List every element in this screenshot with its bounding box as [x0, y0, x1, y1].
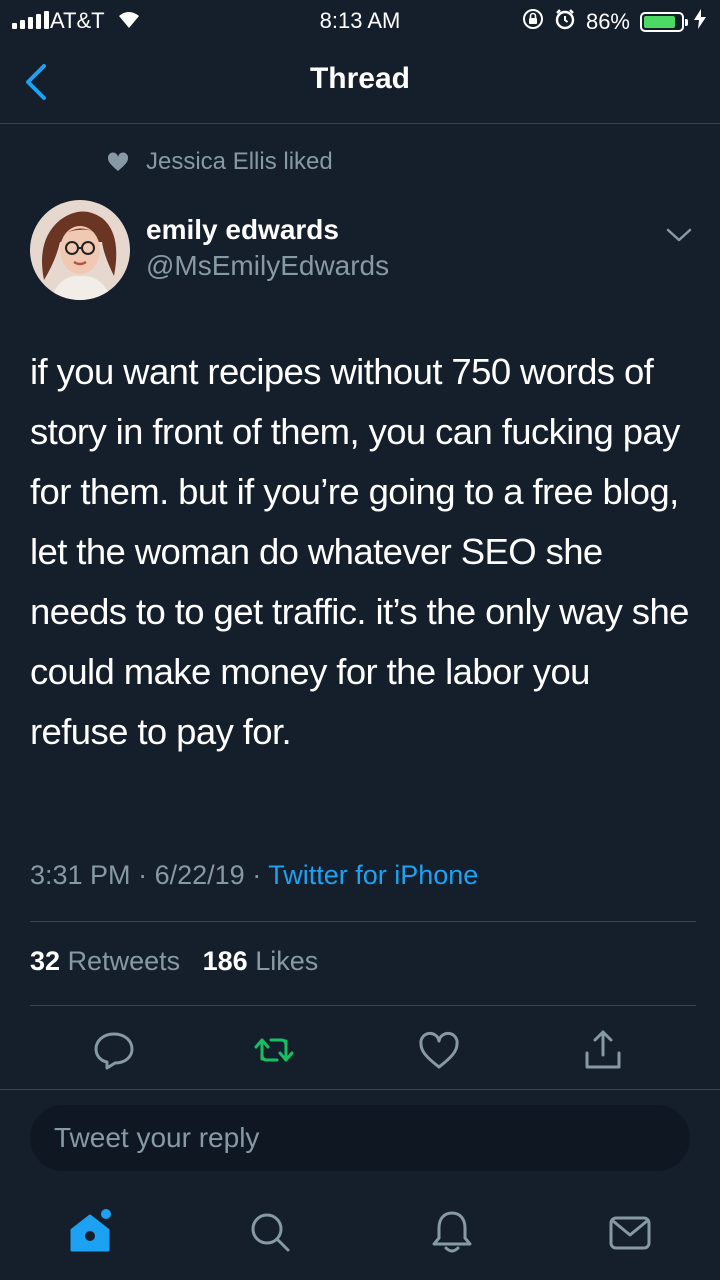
author-name[interactable]: emily edwards — [146, 214, 339, 246]
author-handle[interactable]: @MsEmilyEdwards — [146, 250, 389, 282]
meta-separator: · — [252, 860, 262, 890]
heart-icon — [106, 150, 130, 174]
bell-icon — [432, 1211, 472, 1253]
nav-bar: Thread — [0, 40, 720, 124]
divider — [30, 1005, 696, 1006]
battery-icon — [640, 12, 688, 32]
retweets-stat[interactable]: 32 Retweets — [30, 946, 180, 976]
tweet-menu-button[interactable] — [664, 224, 694, 246]
likes-label: Likes — [255, 946, 319, 976]
charging-icon — [694, 9, 706, 35]
tab-messages[interactable] — [606, 1208, 654, 1256]
heart-icon — [419, 1031, 459, 1069]
tweet-time: 3:31 PM — [30, 860, 131, 890]
tab-home[interactable] — [66, 1208, 114, 1256]
likes-stat[interactable]: 186 Likes — [203, 946, 319, 976]
status-bar: AT&T 8:13 AM 86% — [0, 0, 720, 40]
divider — [0, 1089, 720, 1090]
battery-percent: 86% — [585, 9, 630, 34]
retweets-label: Retweets — [67, 946, 181, 976]
avatar[interactable] — [30, 200, 130, 300]
share-icon — [585, 1030, 621, 1069]
rotation-lock-icon — [522, 8, 544, 36]
chevron-down-icon — [666, 228, 692, 242]
like-button[interactable] — [414, 1025, 464, 1075]
tweet-text: if you want recipes without 750 words of… — [30, 351, 689, 752]
status-right: 86% — [522, 8, 706, 36]
tweet-source-link[interactable]: Twitter for iPhone — [268, 860, 478, 890]
tab-notifications[interactable] — [428, 1208, 476, 1256]
divider — [30, 921, 696, 922]
tweet-stats: 32 Retweets 186 Likes — [30, 946, 318, 977]
page-title: Thread — [309, 62, 411, 95]
share-button[interactable] — [578, 1025, 628, 1075]
meta-separator: · — [138, 860, 148, 890]
home-icon — [70, 1209, 111, 1252]
retweet-button[interactable] — [249, 1025, 299, 1075]
alarm-icon — [554, 8, 576, 36]
reply-input[interactable] — [30, 1105, 690, 1171]
retweets-count: 32 — [30, 946, 61, 976]
social-context[interactable]: Jessica Ellis liked — [146, 148, 333, 176]
reply-button[interactable] — [89, 1025, 139, 1075]
reply-icon — [94, 1032, 134, 1070]
reply-composer[interactable] — [30, 1105, 690, 1171]
retweet-icon — [254, 1038, 294, 1062]
tweet-date: 6/22/19 — [154, 860, 245, 890]
mail-icon — [609, 1216, 651, 1250]
tab-search[interactable] — [246, 1208, 294, 1256]
likes-count: 186 — [202, 946, 248, 976]
search-icon — [251, 1213, 290, 1252]
tweet-meta: 3:31 PM · 6/22/19 · Twitter for iPhone — [30, 860, 478, 891]
